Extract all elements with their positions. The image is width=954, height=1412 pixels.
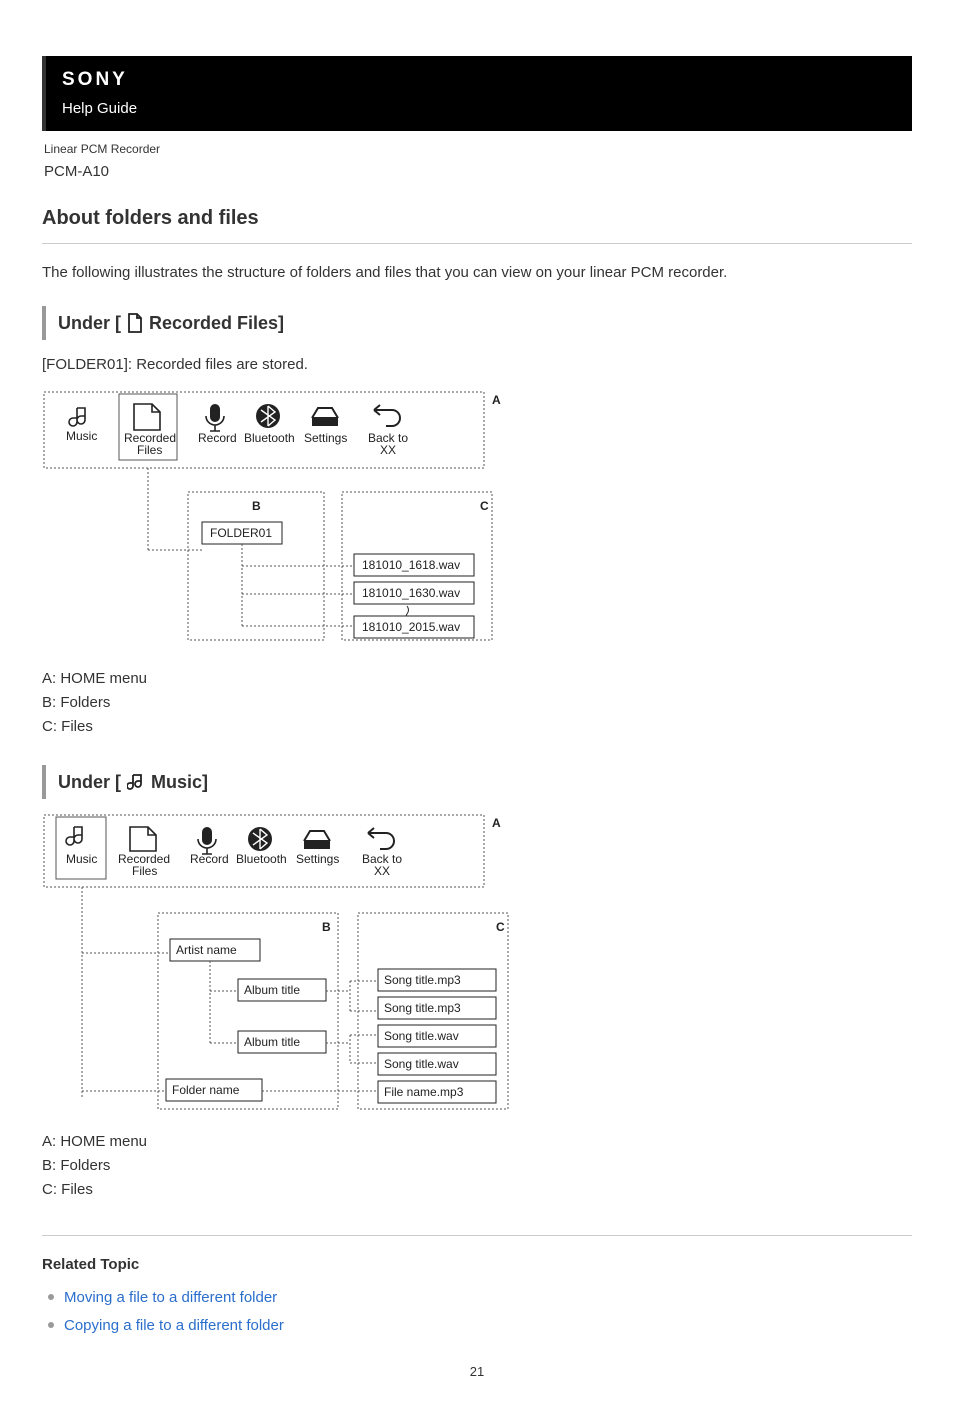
svg-text:Bluetooth: Bluetooth: [244, 431, 295, 445]
related-link-move[interactable]: Moving a file to a different folder: [64, 1289, 277, 1306]
list-item: Copying a file to a different folder: [46, 1315, 912, 1337]
intro-text: The following illustrates the structure …: [42, 262, 912, 284]
folder01: FOLDER01: [210, 526, 272, 540]
svg-text:Files: Files: [132, 864, 157, 878]
svg-text:Record: Record: [198, 431, 237, 445]
page-title: About folders and files: [42, 204, 912, 233]
svg-text:Record: Record: [190, 852, 229, 866]
menu-item-record: Record: [198, 404, 237, 445]
svg-text:Artist name: Artist name: [176, 943, 237, 957]
legend-music: A: HOME menu B: Folders C: Files: [42, 1131, 912, 1200]
help-guide-label: Help Guide: [62, 98, 896, 120]
related-topic-heading: Related Topic: [42, 1254, 912, 1276]
section-suffix: Recorded Files]: [149, 310, 284, 336]
music-note-icon: [127, 772, 145, 792]
section-header-music: Under [ Music]: [42, 765, 912, 799]
legend-c: C: Files: [42, 1179, 912, 1201]
menu-item-music: Music: [66, 408, 97, 443]
svg-text:Music: Music: [66, 852, 97, 866]
svg-text:181010_1618.wav: 181010_1618.wav: [362, 558, 460, 572]
list-item: Moving a file to a different folder: [46, 1287, 912, 1309]
svg-text:XX: XX: [380, 443, 396, 457]
svg-text:Album title: Album title: [244, 1035, 300, 1049]
divider: [42, 243, 912, 244]
legend-recorded-files: A: HOME menu B: Folders C: Files: [42, 668, 912, 737]
section-prefix: Under [: [58, 769, 121, 795]
section-prefix: Under [: [58, 310, 121, 336]
legend-b: B: Folders: [42, 1155, 912, 1177]
menu-item-record: Record: [190, 827, 229, 866]
svg-text:Song title.wav: Song title.wav: [384, 1029, 459, 1043]
svg-text:Folder name: Folder name: [172, 1083, 240, 1097]
svg-text:File name.mp3: File name.mp3: [384, 1085, 464, 1099]
label-b: B: [252, 499, 261, 513]
svg-text:Music: Music: [66, 429, 97, 443]
device-caption: Linear PCM Recorder: [44, 141, 910, 158]
label-b: B: [322, 920, 331, 934]
label-c: C: [496, 920, 505, 934]
svg-text:Files: Files: [137, 443, 162, 457]
header-bar: SONY Help Guide: [42, 56, 912, 131]
label-c: C: [480, 499, 489, 513]
menu-item-bluetooth: Bluetooth: [236, 827, 287, 866]
diagram-recorded-files: A Music Recorded Files Record Bluetooth: [42, 390, 912, 650]
svg-text:Settings: Settings: [296, 852, 339, 866]
legend-c: C: Files: [42, 716, 912, 738]
label-a: A: [492, 393, 501, 407]
menu-item-back: Back to XX: [368, 405, 408, 457]
svg-text:Song title.mp3: Song title.mp3: [384, 973, 461, 987]
diagram-music: A Music Recorded Files Record Bluetooth: [42, 813, 912, 1113]
related-topic-list: Moving a file to a different folder Copy…: [42, 1287, 912, 1337]
section-suffix: Music]: [151, 769, 208, 795]
menu-item-recorded-files: Recorded Files: [118, 827, 170, 878]
menu-item-settings: Settings: [304, 408, 347, 445]
svg-text:Song title.wav: Song title.wav: [384, 1057, 459, 1071]
legend-b: B: Folders: [42, 692, 912, 714]
legend-a: A: HOME menu: [42, 668, 912, 690]
page-number: 21: [42, 1363, 912, 1382]
svg-text:181010_2015.wav: 181010_2015.wav: [362, 620, 460, 634]
legend-a: A: HOME menu: [42, 1131, 912, 1153]
menu-item-settings: Settings: [296, 831, 339, 866]
label-a: A: [492, 816, 501, 830]
device-model: PCM-A10: [44, 161, 910, 183]
section-header-recorded-files: Under [ Recorded Files]: [42, 306, 912, 340]
svg-text:181010_1630.wav: 181010_1630.wav: [362, 586, 460, 600]
folder-description: [FOLDER01]: Recorded files are stored.: [42, 354, 912, 376]
menu-item-music: Music: [56, 817, 106, 879]
document-icon: [127, 313, 143, 333]
related-link-copy[interactable]: Copying a file to a different folder: [64, 1317, 284, 1334]
brand-logo: SONY: [62, 66, 896, 94]
menu-item-bluetooth: Bluetooth: [244, 404, 295, 445]
svg-text:Song title.mp3: Song title.mp3: [384, 1001, 461, 1015]
svg-text:Album title: Album title: [244, 983, 300, 997]
menu-item-recorded-files: Recorded Files: [119, 394, 177, 460]
menu-item-back: Back to XX: [362, 828, 402, 878]
svg-text:Settings: Settings: [304, 431, 347, 445]
divider: [42, 1235, 912, 1236]
svg-text:XX: XX: [374, 864, 390, 878]
svg-text:Bluetooth: Bluetooth: [236, 852, 287, 866]
